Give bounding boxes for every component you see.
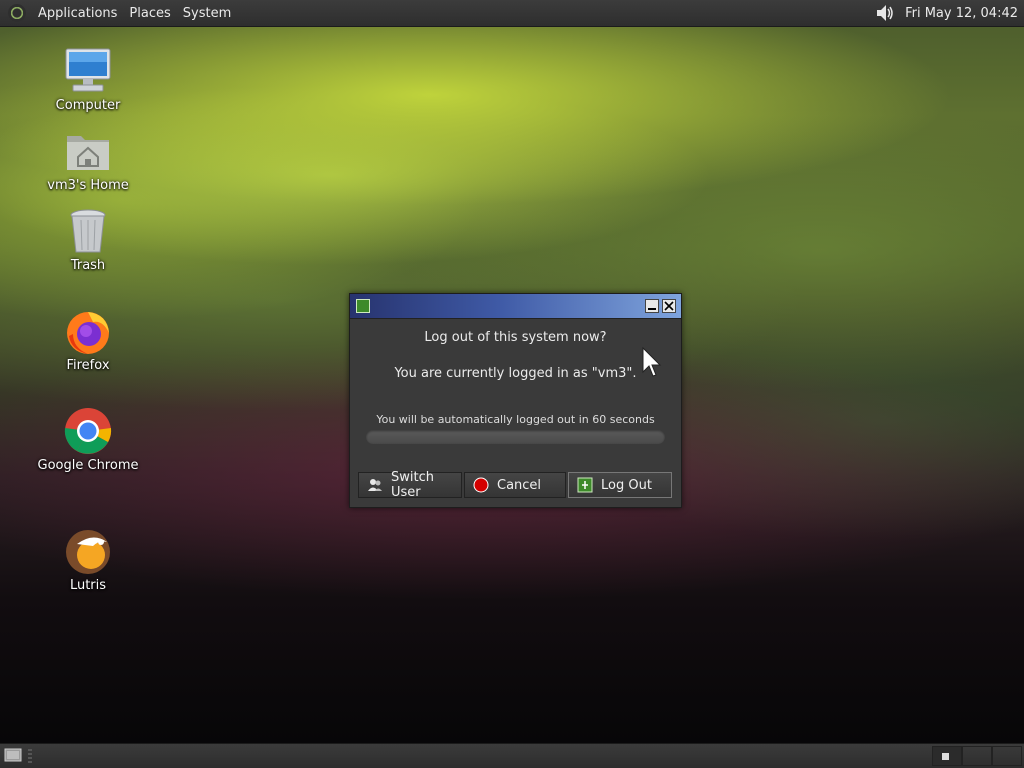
desktop-icon-firefox[interactable]: Firefox (28, 306, 148, 373)
dialog-countdown: You will be automatically logged out in … (376, 413, 655, 426)
switch-user-button[interactable]: Switch User (358, 470, 462, 500)
stop-icon (473, 477, 489, 493)
workspace-1[interactable] (932, 746, 962, 766)
cancel-label: Cancel (497, 477, 542, 493)
log-out-button[interactable]: Log Out (568, 472, 672, 498)
cancel-button[interactable]: Cancel (464, 472, 566, 498)
workspace-window-marker (942, 753, 949, 760)
panel-tray: Fri May 12, 04:42 (871, 0, 1024, 26)
switch-user-label: Switch User (391, 470, 434, 500)
dialog-user-info: You are currently logged in as "vm3". (394, 366, 637, 381)
workspace-3[interactable] (992, 746, 1022, 766)
desktop-icon-label: Lutris (69, 578, 107, 593)
computer-icon (63, 46, 113, 96)
users-icon (368, 479, 382, 491)
dialog-button-row: Switch User Cancel Log Out (358, 470, 674, 500)
firefox-icon (63, 306, 113, 356)
desktop-icon-label: vm3's Home (47, 178, 129, 193)
dialog-titlebar[interactable] (350, 294, 681, 319)
logout-icon (577, 477, 593, 493)
show-desktop-icon[interactable] (4, 747, 22, 763)
menu-system[interactable]: System (177, 6, 237, 21)
mate-logo-icon[interactable] (8, 4, 26, 22)
logout-dialog: Log out of this system now? You are curr… (349, 293, 682, 508)
desktop-icon-label: Firefox (66, 358, 110, 373)
trash-icon (63, 206, 113, 256)
lutris-icon (63, 526, 113, 576)
desktop-icon-home[interactable]: vm3's Home (28, 126, 148, 193)
chrome-icon (63, 406, 113, 456)
desktop-icon-label: Trash (70, 258, 106, 273)
logout-progress-bar (366, 430, 665, 444)
desktop-icon-label: Computer (55, 98, 121, 113)
volume-icon[interactable] (871, 1, 899, 25)
menu-applications[interactable]: Applications (32, 6, 123, 21)
close-button[interactable] (662, 299, 676, 313)
logout-app-icon (356, 299, 370, 313)
home-folder-icon (63, 126, 113, 176)
desktop-icon-chrome[interactable]: Google Chrome (28, 406, 148, 473)
desktop-icon-trash[interactable]: Trash (28, 206, 148, 273)
minimize-button[interactable] (645, 299, 659, 313)
bottom-panel (0, 743, 1024, 768)
log-out-label: Log Out (601, 477, 652, 493)
menu-places[interactable]: Places (123, 6, 176, 21)
desktop-icon-label: Google Chrome (37, 458, 139, 473)
desktop-icon-lutris[interactable]: Lutris (28, 526, 148, 593)
top-panel: Applications Places System Fri May 12, 0… (0, 0, 1024, 27)
dialog-question: Log out of this system now? (424, 330, 607, 345)
desktop-icon-computer[interactable]: Computer (28, 46, 148, 113)
workspace-2[interactable] (962, 746, 992, 766)
panel-handle[interactable] (28, 749, 32, 763)
clock[interactable]: Fri May 12, 04:42 (905, 6, 1024, 21)
mouse-cursor-icon (642, 346, 662, 377)
